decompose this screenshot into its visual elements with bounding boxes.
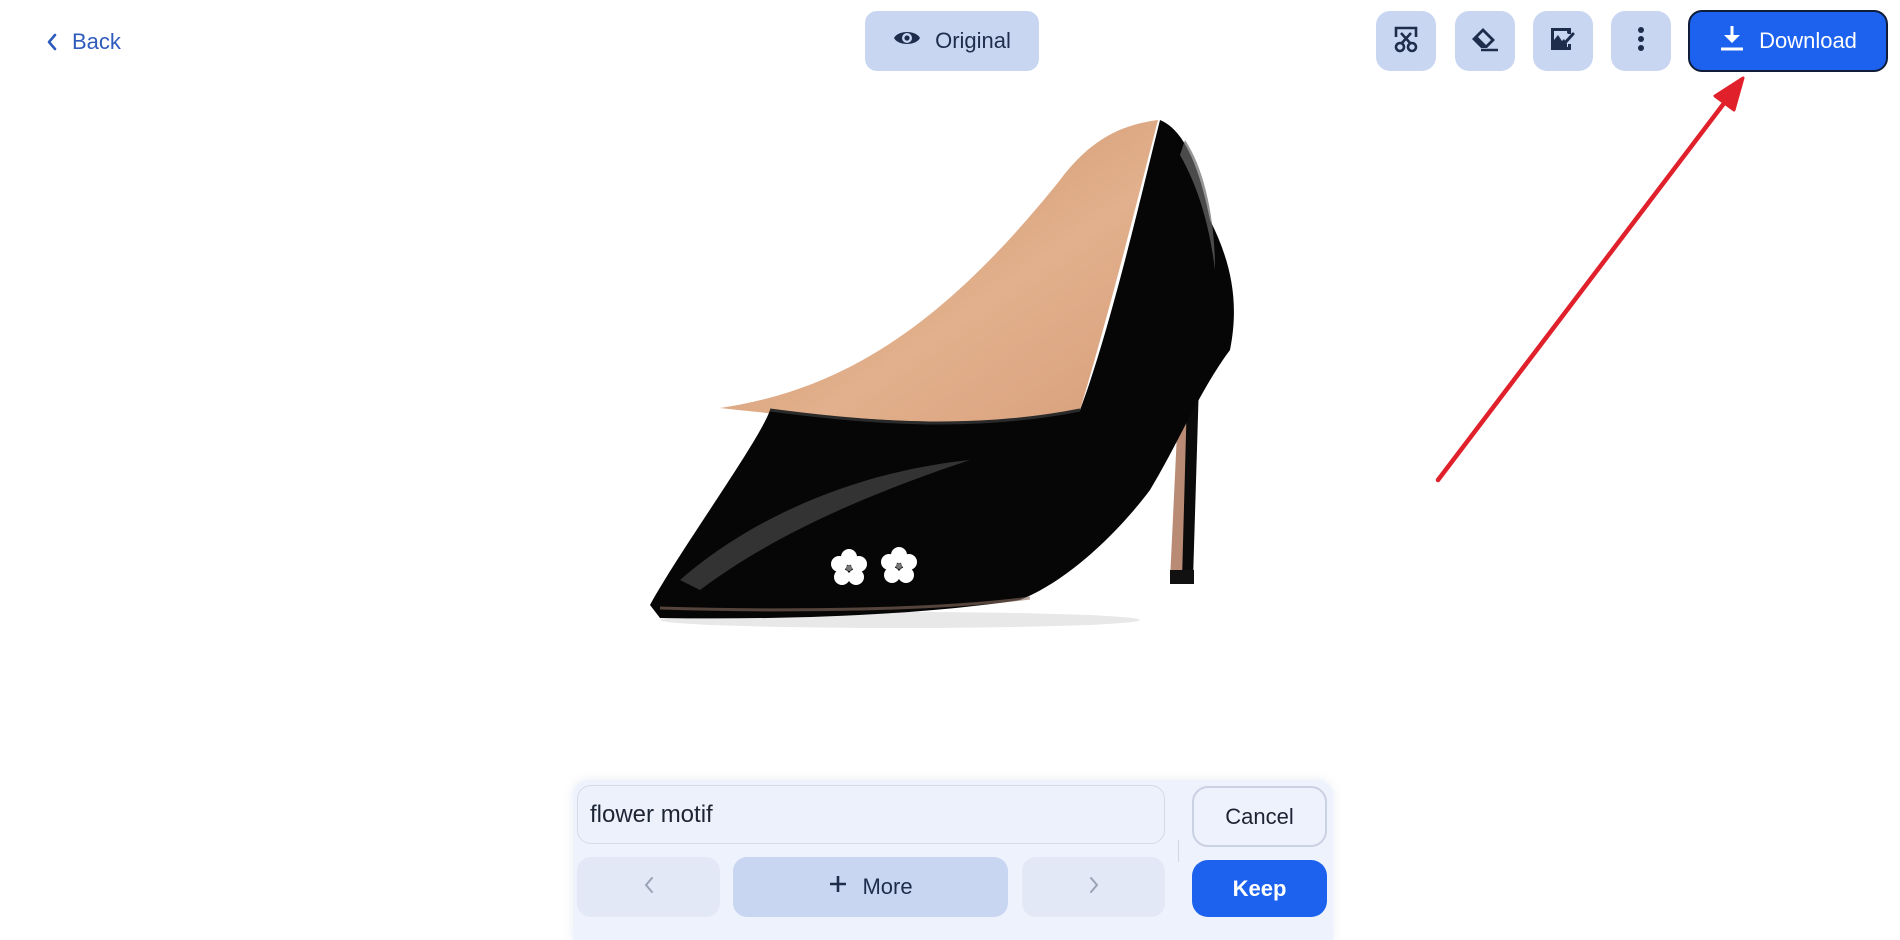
back-label: Back [72, 29, 121, 54]
previous-result-button[interactable] [577, 857, 720, 917]
original-toggle-button[interactable]: Original [865, 11, 1039, 71]
download-icon [1719, 24, 1745, 58]
flower-motif [831, 547, 917, 585]
more-options-button[interactable] [1611, 11, 1671, 71]
panel-divider [1178, 840, 1179, 862]
more-label: More [862, 874, 913, 899]
original-label: Original [935, 28, 1011, 53]
chevron-right-icon [1088, 875, 1100, 900]
prompt-input[interactable] [577, 785, 1165, 844]
more-button[interactable]: More [733, 857, 1008, 917]
next-result-button[interactable] [1022, 857, 1165, 917]
back-button[interactable]: Back [46, 24, 121, 60]
download-button[interactable]: Download [1688, 10, 1888, 72]
cutout-tool-button[interactable] [1376, 11, 1436, 71]
chevron-left-icon [46, 33, 58, 51]
chevron-left-icon [643, 875, 655, 900]
plus-icon [828, 874, 848, 900]
eye-icon [893, 28, 921, 54]
eraser-icon [1470, 25, 1500, 58]
vertical-dots-icon [1637, 26, 1645, 57]
shoe-image [650, 120, 1234, 628]
image-edit-icon [1549, 26, 1577, 57]
keep-button[interactable]: Keep [1192, 860, 1327, 917]
image-edit-tool-button[interactable] [1533, 11, 1593, 71]
cancel-button[interactable]: Cancel [1192, 786, 1327, 847]
download-label: Download [1759, 28, 1857, 53]
eraser-tool-button[interactable] [1455, 11, 1515, 71]
scissors-crop-icon [1393, 25, 1419, 58]
